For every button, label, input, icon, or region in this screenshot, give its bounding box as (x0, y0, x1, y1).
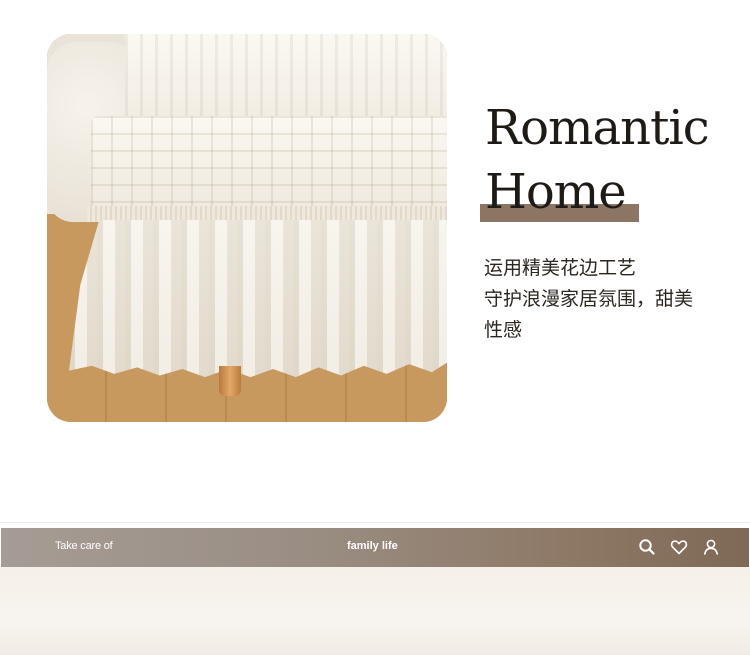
description-line: 守护浪漫家居氛围，甜美 (484, 288, 694, 310)
photo-elastic-band (87, 206, 447, 222)
user-icon[interactable] (701, 537, 721, 557)
description-line: 性感 (484, 319, 523, 341)
heart-icon[interactable] (669, 537, 689, 557)
photo-wooden-leg (219, 366, 241, 396)
section-divider (0, 522, 750, 523)
bottom-navbar: Take care of family life (1, 528, 749, 567)
hero-description: 运用精美花边工艺 守护浪漫家居氛围，甜美 性感 (484, 253, 719, 346)
hero-title-line1: Romantic (485, 100, 710, 156)
description-line: 运用精美花边工艺 (484, 257, 637, 279)
navbar-center-text: family life (347, 540, 398, 552)
navbar-icons (637, 537, 721, 557)
lower-section-background (0, 567, 750, 655)
photo-mattress-top (125, 34, 447, 126)
hero-title-line2: Home (485, 164, 627, 220)
search-icon[interactable] (637, 537, 657, 557)
product-photo (47, 34, 447, 422)
navbar-tagline: Take care of (55, 540, 113, 552)
photo-quilted-cover (91, 116, 447, 212)
photo-ruffle-skirt (69, 220, 447, 378)
